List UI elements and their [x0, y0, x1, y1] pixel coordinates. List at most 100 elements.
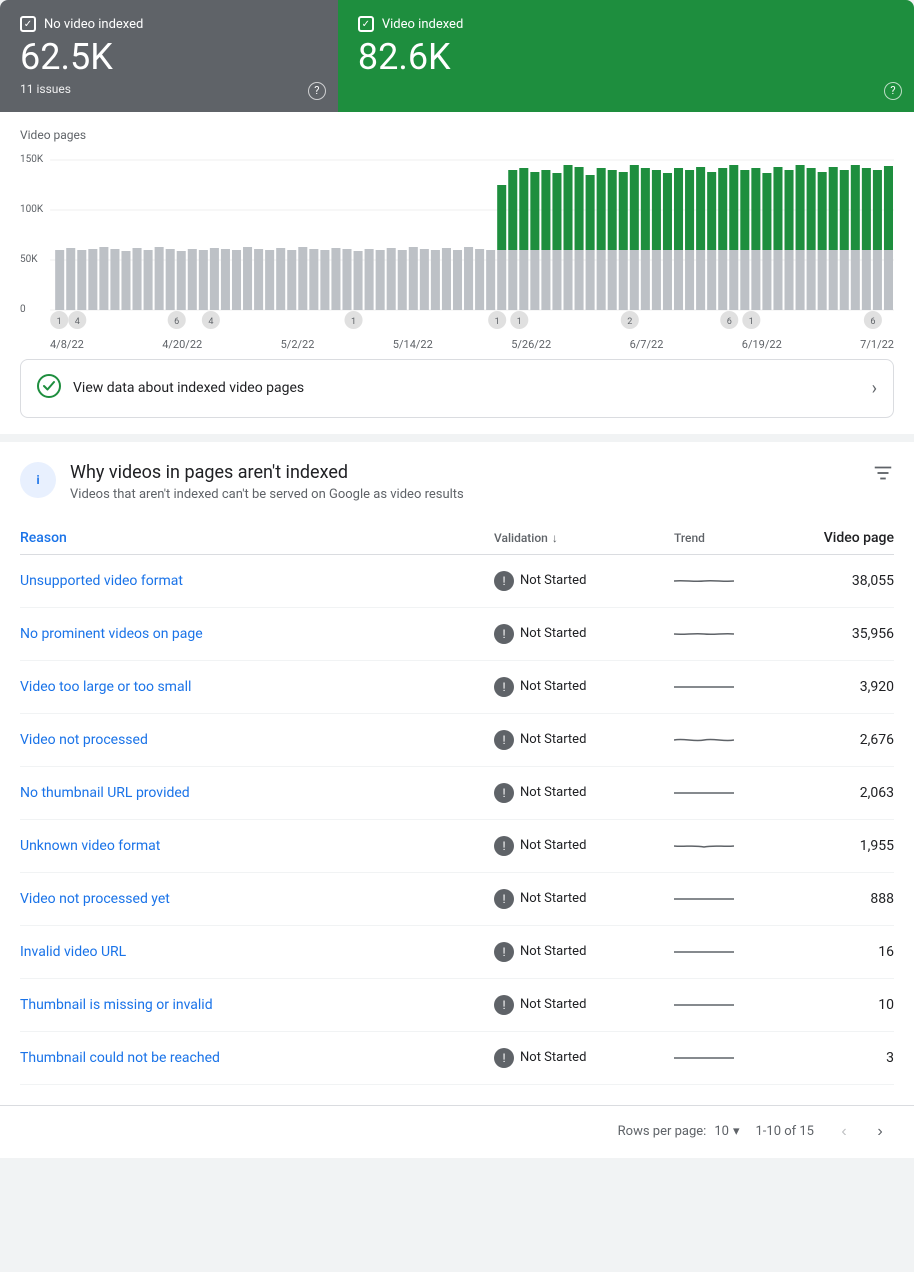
x-label-3: 5/2/22: [281, 338, 315, 351]
validation-text: Not Started: [520, 997, 586, 1012]
no-video-check-icon: ✓: [20, 16, 36, 32]
view-data-card[interactable]: View data about indexed video pages ›: [20, 359, 894, 418]
validation-icon: !: [494, 677, 514, 697]
chart-label: Video pages: [20, 128, 894, 142]
top-cards-section: ✓ No video indexed 62.5K 11 issues ? ✓ V…: [0, 0, 914, 112]
why-title-block: Why videos in pages aren't indexed Video…: [70, 462, 872, 502]
svg-text:100K: 100K: [20, 204, 44, 215]
svg-text:150K: 150K: [20, 154, 44, 165]
validation-text: Not Started: [520, 626, 586, 641]
chart-svg: 150K 100K 50K 0: [20, 150, 894, 330]
chart-section: Video pages 150K 100K 50K 0: [0, 112, 914, 359]
video-indexed-card[interactable]: ✓ Video indexed 82.6K ?: [338, 0, 914, 112]
row-reason: Video not processed yet: [20, 891, 494, 907]
row-reason: No thumbnail URL provided: [20, 785, 494, 801]
svg-text:i: i: [36, 473, 39, 487]
row-validation: ! Not Started: [494, 571, 674, 591]
no-video-count: 62.5K: [20, 38, 318, 78]
no-video-help-icon[interactable]: ?: [308, 82, 326, 100]
header-validation[interactable]: Validation ↓: [494, 530, 674, 546]
svg-text:6: 6: [727, 317, 732, 327]
row-count: 2,063: [794, 785, 894, 801]
svg-text:2: 2: [627, 317, 632, 327]
table-row[interactable]: No prominent videos on page ! Not Starte…: [20, 608, 894, 661]
table-row[interactable]: Video not processed ! Not Started 2,676: [20, 714, 894, 767]
svg-text:1: 1: [351, 317, 356, 327]
info-icon: i: [20, 462, 56, 498]
row-count: 2,676: [794, 732, 894, 748]
rows-per-page: Rows per page: 10 ▾: [618, 1124, 740, 1139]
validation-icon: !: [494, 889, 514, 909]
table-rows: Unsupported video format ! Not Started 3…: [20, 555, 894, 1085]
table-row[interactable]: Thumbnail is missing or invalid ! Not St…: [20, 979, 894, 1032]
no-video-label: No video indexed: [44, 17, 143, 32]
video-indexed-count: 82.6K: [358, 38, 894, 78]
x-label-4: 5/14/22: [393, 338, 433, 351]
validation-text: Not Started: [520, 1050, 586, 1065]
row-reason: Thumbnail is missing or invalid: [20, 997, 494, 1013]
svg-text:4: 4: [208, 317, 213, 327]
x-label-8: 7/1/22: [860, 338, 894, 351]
video-indexed-header: ✓ Video indexed: [358, 16, 894, 32]
x-label-7: 6/19/22: [742, 338, 782, 351]
header-validation-label: Validation: [494, 531, 548, 545]
validation-icon: !: [494, 571, 514, 591]
x-label-1: 4/8/22: [50, 338, 84, 351]
validation-icon: !: [494, 624, 514, 644]
chart-container: 150K 100K 50K 0: [20, 150, 894, 330]
why-section: i Why videos in pages aren't indexed Vid…: [0, 442, 914, 1105]
page-nav: ‹ ›: [830, 1118, 894, 1146]
next-page-button[interactable]: ›: [866, 1118, 894, 1146]
no-video-card[interactable]: ✓ No video indexed 62.5K 11 issues ?: [0, 0, 338, 112]
rows-select-dropdown[interactable]: 10 ▾: [714, 1124, 739, 1139]
x-label-5: 5/26/22: [511, 338, 551, 351]
row-count: 10: [794, 997, 894, 1013]
validation-icon: !: [494, 836, 514, 856]
row-reason: Invalid video URL: [20, 944, 494, 960]
validation-text: Not Started: [520, 573, 586, 588]
table-row[interactable]: Invalid video URL ! Not Started 16: [20, 926, 894, 979]
table-row[interactable]: Video too large or too small ! Not Start…: [20, 661, 894, 714]
table-row[interactable]: Unsupported video format ! Not Started 3…: [20, 555, 894, 608]
row-reason: Unsupported video format: [20, 573, 494, 589]
video-indexed-help-icon[interactable]: ?: [884, 82, 902, 100]
row-reason: Video too large or too small: [20, 679, 494, 695]
why-subtitle: Videos that aren't indexed can't be serv…: [70, 487, 872, 502]
validation-text: Not Started: [520, 891, 586, 906]
row-trend: [674, 571, 794, 591]
validation-text: Not Started: [520, 944, 586, 959]
validation-icon: !: [494, 1048, 514, 1068]
table-row[interactable]: Unknown video format ! Not Started 1,955: [20, 820, 894, 873]
row-validation: ! Not Started: [494, 836, 674, 856]
svg-text:1: 1: [517, 317, 522, 327]
row-trend: [674, 942, 794, 962]
no-video-subtitle: 11 issues: [20, 82, 318, 96]
validation-icon: !: [494, 995, 514, 1015]
table-row[interactable]: Video not processed yet ! Not Started 88…: [20, 873, 894, 926]
row-validation: ! Not Started: [494, 942, 674, 962]
svg-text:1: 1: [57, 317, 62, 327]
pagination: Rows per page: 10 ▾ 1-10 of 15 ‹ ›: [0, 1105, 914, 1158]
prev-page-button[interactable]: ‹: [830, 1118, 858, 1146]
validation-icon: !: [494, 783, 514, 803]
why-header: i Why videos in pages aren't indexed Vid…: [20, 462, 894, 502]
row-reason: Video not processed: [20, 732, 494, 748]
no-video-header: ✓ No video indexed: [20, 16, 318, 32]
validation-text: Not Started: [520, 838, 586, 853]
header-trend: Trend: [674, 530, 794, 546]
svg-text:50K: 50K: [20, 254, 38, 265]
table-row[interactable]: No thumbnail URL provided ! Not Started …: [20, 767, 894, 820]
row-trend: [674, 783, 794, 803]
row-validation: ! Not Started: [494, 677, 674, 697]
view-data-check-icon: [37, 374, 61, 403]
svg-text:1: 1: [749, 317, 754, 327]
x-label-6: 6/7/22: [630, 338, 664, 351]
video-indexed-check-icon: ✓: [358, 16, 374, 32]
validation-icon: !: [494, 942, 514, 962]
validation-text: Not Started: [520, 732, 586, 747]
table-header: Reason Validation ↓ Trend Video page: [20, 522, 894, 555]
row-count: 16: [794, 944, 894, 960]
filter-icon[interactable]: [872, 462, 894, 489]
row-count: 3,920: [794, 679, 894, 695]
table-row[interactable]: Thumbnail could not be reached ! Not Sta…: [20, 1032, 894, 1085]
